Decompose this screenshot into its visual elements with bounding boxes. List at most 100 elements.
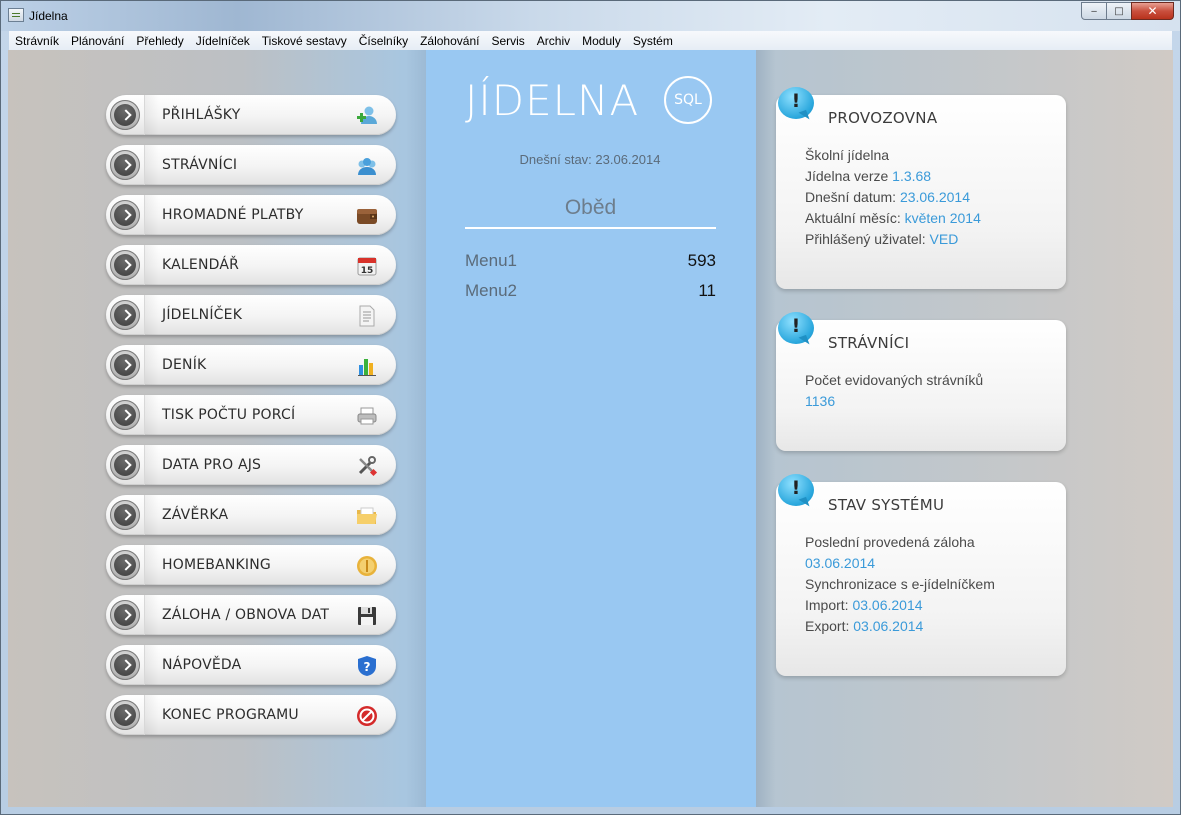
panel-shadow-right [756, 50, 776, 807]
wallet-icon [357, 209, 377, 224]
menu-planovani[interactable]: Plánování [65, 34, 130, 48]
nav-kalendar-button[interactable]: KALENDÁŘ 15 [106, 245, 396, 285]
document-icon [359, 305, 375, 327]
help-shield-icon: ? [358, 656, 376, 676]
nav-denik-button[interactable]: DENÍK [106, 345, 396, 385]
nav-konec-programu-button[interactable]: KONEC PROGRAMU [106, 695, 396, 735]
menu-prehledy[interactable]: Přehledy [130, 34, 189, 48]
tools-icon [358, 456, 378, 477]
export-value: 03.06.2014 [853, 618, 924, 634]
nav-napoveda-button[interactable]: NÁPOVĚDA ? [106, 645, 396, 685]
nav-stravnici-button[interactable]: STRÁVNÍCI [106, 145, 396, 185]
panel-shadow-left [406, 50, 426, 807]
sql-badge: SQL [664, 76, 712, 124]
date-line: Dnešní datum: 23.06.2014 [805, 189, 970, 205]
window-controls: ‒ □ ✕ [1081, 2, 1174, 20]
nav-prihlasky-button[interactable]: PŘIHLÁŠKY [106, 95, 396, 135]
chevron-right-icon [110, 400, 140, 430]
folder-icon [357, 507, 377, 524]
menu-row: Menu2 11 [465, 281, 716, 303]
import-label: Import: [805, 597, 853, 613]
card-provozovna: ! PROVOZOVNA Školní jídelna Jídelna verz… [776, 87, 1066, 289]
nav-label: TISK POČTU PORCÍ [162, 407, 296, 423]
user-line: Přihlášený uživatel: VED [805, 231, 958, 247]
separator [144, 595, 159, 635]
date-label: Dnešní datum: [805, 189, 900, 205]
nav-label: STRÁVNÍCI [162, 157, 238, 173]
nav-homebanking-button[interactable]: HOMEBANKING [106, 545, 396, 585]
chevron-right-icon [110, 350, 140, 380]
nav-zaloha-obnova-button[interactable]: ZÁLOHA / OBNOVA DAT [106, 595, 396, 635]
info-bubble-icon: ! [778, 87, 814, 119]
month-label: Aktuální měsíc: [805, 210, 905, 226]
title-bar[interactable]: Jídelna ‒ □ ✕ [1, 1, 1180, 31]
separator [144, 95, 159, 135]
count-value: 1136 [805, 393, 836, 409]
separator [144, 295, 159, 335]
calendar-icon: 15 [357, 257, 377, 276]
add-user-icon [357, 106, 377, 124]
chevron-right-icon [110, 250, 140, 280]
import-value: 03.06.2014 [852, 597, 923, 613]
menu-stravnik[interactable]: Strávník [9, 34, 65, 48]
menu-zalohovani[interactable]: Zálohování [414, 34, 485, 48]
menu-archiv[interactable]: Archiv [531, 34, 576, 48]
menu-ciselniky[interactable]: Číselníky [353, 34, 414, 48]
chevron-right-icon [110, 450, 140, 480]
export-label: Export: [805, 618, 854, 634]
card-title: STRÁVNÍCI [828, 334, 910, 352]
nav-zaverka-button[interactable]: ZÁVĚRKA [106, 495, 396, 535]
backup-label: Poslední provedená záloha [805, 534, 975, 550]
nav-label: JÍDELNÍČEK [162, 307, 243, 323]
nav-label: DATA PRO AJS [162, 457, 262, 473]
today-status: Dnešní stav: 23.06.2014 [519, 152, 661, 167]
card-stravnici: ! STRÁVNÍCI Počet evidovaných strávníků … [776, 312, 1066, 451]
app-icon[interactable] [8, 8, 24, 22]
import-line: Import: 03.06.2014 [805, 597, 923, 613]
export-line: Export: 03.06.2014 [805, 618, 923, 634]
divider [465, 227, 716, 229]
info-bubble-icon: ! [778, 474, 814, 506]
info-bubble-icon: ! [778, 312, 814, 344]
nav-label: ZÁVĚRKA [162, 507, 229, 523]
version-label: Jídelna verze [805, 168, 893, 184]
printer-icon [357, 407, 377, 425]
svg-text:?: ? [364, 660, 371, 674]
users-icon [358, 158, 376, 175]
nav-data-pro-ajs-button[interactable]: DATA PRO AJS [106, 445, 396, 485]
date-value: 23.06.2014 [899, 189, 971, 205]
card-stav-systemu: ! STAV SYSTÉMU Poslední provedená záloha… [776, 474, 1066, 676]
version-line: Jídelna verze 1.3.68 [805, 168, 931, 184]
month-line: Aktuální měsíc: květen 2014 [805, 210, 981, 226]
menu-servis[interactable]: Servis [485, 34, 530, 48]
minimize-button[interactable]: ‒ [1081, 2, 1107, 20]
menu-bar: Strávník Plánování Přehledy Jídelníček T… [9, 31, 1172, 51]
nav-label: NÁPOVĚDA [162, 657, 242, 673]
separator [144, 645, 159, 685]
nav-label: KONEC PROGRAMU [162, 707, 299, 723]
menu-name: Menu1 [465, 251, 517, 270]
chevron-right-icon [110, 200, 140, 230]
nav-label: ZÁLOHA / OBNOVA DAT [162, 607, 330, 623]
separator [144, 695, 159, 735]
menu-system[interactable]: Systém [627, 34, 679, 48]
backup-value: 03.06.2014 [805, 555, 876, 571]
close-button[interactable]: ✕ [1131, 2, 1174, 20]
nav-tisk-poctu-porci-button[interactable]: TISK POČTU PORCÍ [106, 395, 396, 435]
menu-tiskove-sestavy[interactable]: Tiskové sestavy [256, 34, 353, 48]
chevron-right-icon [110, 650, 140, 680]
separator [144, 245, 159, 285]
chevron-right-icon [110, 600, 140, 630]
bar-chart-icon [358, 359, 376, 376]
maximize-button[interactable]: □ [1106, 2, 1132, 20]
nav-label: PŘIHLÁŠKY [162, 107, 241, 123]
chevron-right-icon [110, 300, 140, 330]
nav-hromadne-platby-button[interactable]: HROMADNÉ PLATBY [106, 195, 396, 235]
nav-jidelnicek-button[interactable]: JÍDELNÍČEK [106, 295, 396, 335]
menu-count: 593 [687, 251, 716, 270]
menu-name: Menu2 [465, 281, 517, 300]
menu-row: Menu1 593 [465, 251, 716, 273]
menu-moduly[interactable]: Moduly [576, 34, 627, 48]
separator [144, 445, 159, 485]
menu-jidelnicek[interactable]: Jídelníček [190, 34, 256, 48]
